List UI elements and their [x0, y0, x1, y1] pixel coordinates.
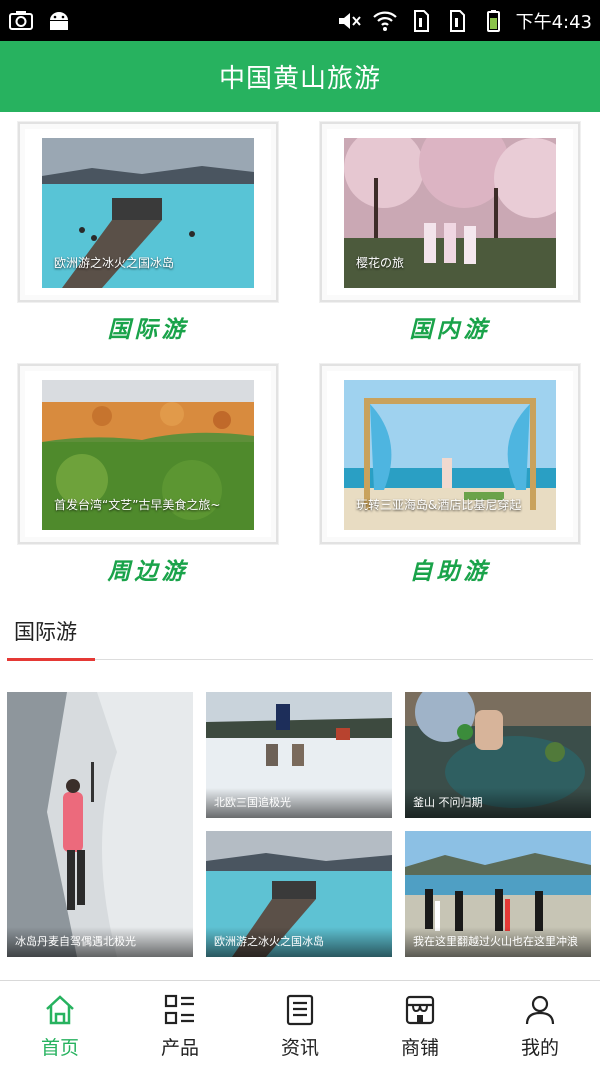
tile-busan[interactable]: 釜山 不问归期 — [405, 692, 591, 818]
android-icon — [50, 12, 68, 30]
tile-caption: 欧洲游之冰火之国冰岛 — [206, 927, 392, 957]
tile-ice-climbing[interactable]: 冰岛丹麦自驾偶遇北极光 — [7, 692, 193, 957]
tile-caption: 我在这里翻越过火山也在这里冲浪 — [405, 927, 591, 957]
section-accent-bar — [7, 658, 95, 661]
category-label[interactable]: 国际游 — [18, 310, 278, 344]
category-caption: 樱花の旅 — [356, 256, 405, 270]
tile-surfing[interactable]: 我在这里翻越过火山也在这里冲浪 — [405, 831, 591, 957]
nav-label: 首页 — [40, 1037, 79, 1059]
status-bar: 下午4:43 — [0, 0, 600, 41]
app-header: 中国黄山旅游 — [0, 41, 600, 112]
category-label[interactable]: 周边游 — [18, 552, 278, 586]
nav-item-products[interactable]: 产品 — [120, 981, 240, 1067]
ice-climbing-image — [7, 692, 193, 957]
category-label[interactable]: 国内游 — [320, 310, 580, 344]
category-international[interactable]: 欧洲游之冰火之国冰岛 国际游 — [18, 122, 278, 347]
category-label[interactable]: 自助游 — [320, 552, 580, 586]
category-image-frame[interactable]: 樱花の旅 — [320, 122, 580, 302]
nav-item-news[interactable]: 资讯 — [240, 981, 360, 1067]
category-image-frame[interactable]: 欧洲游之冰火之国冰岛 — [18, 122, 278, 302]
sim2-icon — [449, 9, 465, 32]
category-caption: 玩转三亚海岛&酒店比基尼穿起 — [356, 498, 522, 512]
status-time: 下午4:43 — [515, 11, 592, 33]
category-image-frame[interactable]: 首发台湾“文艺”古早美食之旅~ — [18, 364, 278, 544]
category-caption: 首发台湾“文艺”古早美食之旅~ — [54, 498, 221, 512]
nav-item-shop[interactable]: 商铺 — [360, 981, 480, 1067]
category-nearby[interactable]: 首发台湾“文艺”古早美食之旅~ 周边游 — [18, 364, 278, 589]
category-self-guided[interactable]: 玩转三亚海岛&酒店比基尼穿起 自助游 — [320, 364, 580, 589]
sim1-icon — [413, 9, 429, 32]
nav-label: 商铺 — [400, 1037, 439, 1059]
tile-caption: 釜山 不问归期 — [405, 788, 591, 818]
nav-item-home[interactable]: 首页 — [0, 981, 120, 1067]
section-title: 国际游 — [14, 620, 77, 644]
category-image-frame[interactable]: 玩转三亚海岛&酒店比基尼穿起 — [320, 364, 580, 544]
tile-caption: 北欧三国追极光 — [206, 788, 392, 818]
home-icon — [46, 995, 74, 1025]
tile-iceland[interactable]: 欧洲游之冰火之国冰岛 — [206, 831, 392, 957]
nav-label: 我的 — [520, 1037, 559, 1059]
tile-northern-lights[interactable]: 北欧三国追极光 — [206, 692, 392, 818]
camera-icon — [9, 11, 33, 30]
category-domestic[interactable]: 樱花の旅 国内游 — [320, 122, 580, 347]
shop-icon — [405, 995, 435, 1025]
nav-item-profile[interactable]: 我的 — [480, 981, 600, 1067]
battery-icon — [486, 9, 500, 32]
nav-label: 产品 — [160, 1037, 199, 1059]
tile-caption: 冰岛丹麦自驾偶遇北极光 — [7, 927, 193, 957]
user-icon — [525, 995, 555, 1025]
page-title: 中国黄山旅游 — [218, 64, 381, 94]
nav-label: 资讯 — [280, 1037, 319, 1059]
category-caption: 欧洲游之冰火之国冰岛 — [54, 256, 175, 270]
news-icon — [286, 994, 314, 1026]
mute-icon — [338, 12, 361, 29]
bottom-nav: 首页 产品 资讯 商铺 我的 — [0, 980, 600, 1067]
wifi-icon — [372, 11, 397, 31]
grid-list-icon — [164, 994, 194, 1025]
